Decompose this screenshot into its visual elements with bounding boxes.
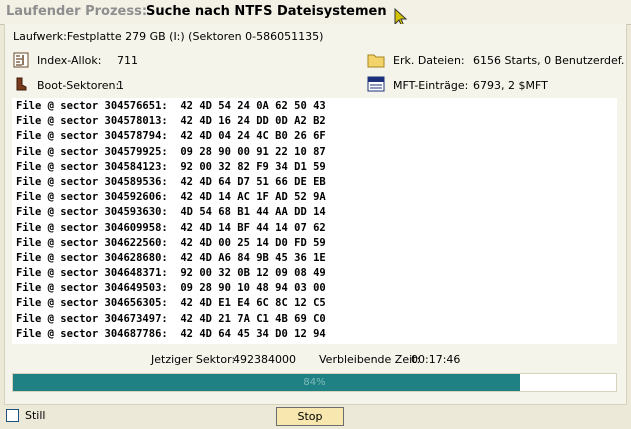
process-label: Laufender Prozess: [6, 4, 148, 19]
index-alloc-value: 711 [117, 54, 138, 67]
boot-sectors-value: 1 [117, 79, 124, 92]
mft-entries-label: MFT-Einträge: [393, 79, 469, 92]
log-line: File @ sector 304656305: 42 4D E1 E4 6C … [16, 297, 326, 310]
log-line: File @ sector 304673497: 42 4D 21 7A C1 … [16, 312, 326, 325]
still-label: Still [25, 409, 46, 422]
log-line: File @ sector 304584123: 92 00 32 82 F9 … [16, 160, 326, 173]
folder-icon [367, 54, 385, 68]
log-line: File @ sector 304622560: 42 4D 00 25 14 … [16, 236, 326, 249]
log-line: File @ sector 304648371: 92 00 32 0B 12 … [16, 267, 326, 280]
log-line: File @ sector 304628680: 42 4D A6 84 9B … [16, 251, 326, 264]
title-bar: Laufender Prozess: Suche nach NTFS Datei… [0, 0, 631, 28]
drive-info: Laufwerk:Festplatte 279 GB (I:) (Sektore… [13, 30, 324, 43]
scan-panel: Laufwerk:Festplatte 279 GB (I:) (Sektore… [4, 24, 627, 405]
log-line: File @ sector 304578013: 42 4D 16 24 DD … [16, 115, 326, 128]
log-line: File @ sector 304579925: 09 28 90 00 91 … [16, 145, 326, 158]
log-line: File @ sector 304578794: 42 4D 04 24 4C … [16, 130, 326, 143]
still-checkbox[interactable] [6, 409, 19, 422]
mft-entries-value: 6793, 2 $MFT [473, 79, 548, 92]
current-sector-value: 492384000 [233, 353, 296, 366]
log-line: File @ sector 304687786: 42 4D 64 45 34 … [16, 327, 326, 340]
log-line: File @ sector 304609958: 42 4D 14 BF 44 … [16, 221, 326, 234]
remaining-time-label: Verbleibende Zeit: [319, 353, 421, 366]
log-line: File @ sector 304576651: 42 4D 54 24 0A … [16, 100, 326, 112]
scan-log[interactable]: File @ sector 304576651: 42 4D 54 24 0A … [12, 98, 617, 344]
index-alloc-label: Index-Allok: [37, 54, 102, 67]
log-line: File @ sector 304649503: 09 28 90 10 48 … [16, 282, 326, 295]
boot-sectors-label: Boot-Sektoren: [37, 79, 120, 92]
log-line: File @ sector 304592606: 42 4D 14 AC 1F … [16, 191, 326, 204]
index-allocation-icon [13, 52, 29, 68]
process-name: Suche nach NTFS Dateisystemen [146, 4, 387, 19]
file-mft-icon [367, 76, 385, 92]
log-line: File @ sector 304589536: 42 4D 64 D7 51 … [16, 175, 326, 188]
found-files-label: Erk. Dateien: [393, 54, 465, 67]
current-sector-label: Jetziger Sektor: [151, 353, 236, 366]
boot-sector-icon [16, 77, 27, 91]
stop-button[interactable]: Stop [276, 407, 344, 426]
remaining-time-value: 00:17:46 [411, 353, 461, 366]
progress-percent: 84% [303, 377, 326, 388]
progress-bar: 84% [12, 373, 617, 392]
found-files-value: 6156 Starts, 0 Benutzerdef. [473, 54, 625, 67]
log-line: File @ sector 304593630: 4D 54 68 B1 44 … [16, 206, 326, 219]
